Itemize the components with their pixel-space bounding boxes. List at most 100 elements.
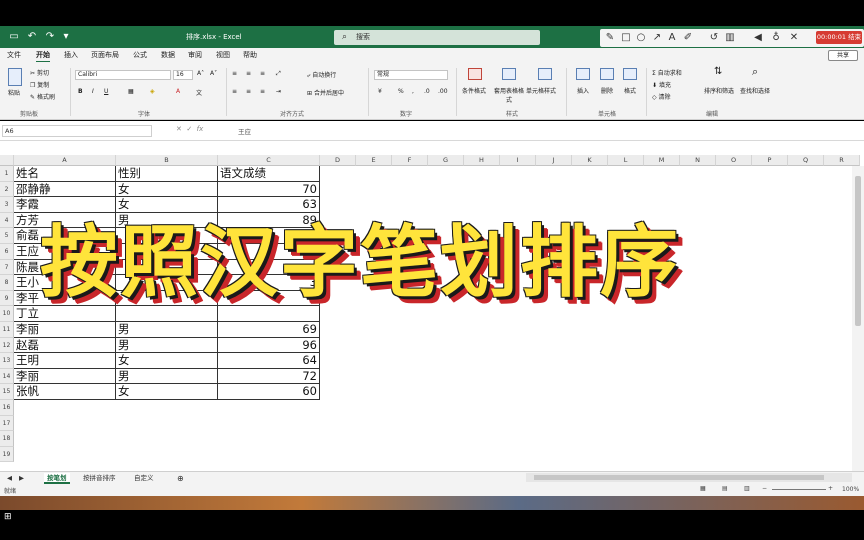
table-cell[interactable]: 女 [116, 181, 218, 198]
autosave-icon[interactable]: ▭ [8, 31, 20, 43]
customize-toolbar-icon[interactable]: ▾ [60, 31, 72, 43]
undo-drawing-icon[interactable]: ↺ [708, 31, 720, 45]
row-header[interactable]: 2 [0, 181, 14, 198]
tab-help[interactable]: 帮助 [243, 50, 257, 60]
column-header[interactable]: H [464, 155, 500, 166]
column-header[interactable]: M [644, 155, 680, 166]
text-icon[interactable]: A [666, 31, 678, 45]
table-format-label[interactable]: 套用表格格式 [494, 86, 524, 104]
highlighter-icon[interactable]: ✐ [682, 31, 694, 45]
tab-data[interactable]: 数据 [161, 50, 175, 60]
find-select-icon[interactable]: ⌕ [752, 65, 758, 79]
row-header[interactable]: 6 [0, 244, 14, 260]
percent-icon[interactable]: % [398, 88, 404, 95]
align-middle-icon[interactable]: ≡ [246, 70, 251, 77]
sort-filter-label[interactable]: 排序和筛选 [704, 86, 734, 95]
table-cell[interactable]: 男 [116, 337, 218, 354]
row-header[interactable]: 14 [0, 368, 14, 385]
decrease-font-icon[interactable]: A˅ [210, 70, 217, 77]
name-box[interactable]: A6 [2, 125, 152, 137]
header-cell[interactable]: 语文成绩 [218, 166, 320, 182]
clear-button[interactable]: ◇ 清除 [652, 92, 671, 101]
sheet-tab-pinyin[interactable]: 按拼音排序 [80, 473, 119, 484]
row-header[interactable]: 4 [0, 212, 14, 229]
arrow-icon[interactable]: ↗ [651, 31, 663, 45]
table-cell[interactable]: 60 [218, 384, 320, 400]
border-icon[interactable]: ▦ [128, 88, 134, 95]
increase-font-icon[interactable]: A˄ [197, 70, 204, 77]
row-header[interactable]: 9 [0, 290, 14, 307]
tab-insert[interactable]: 插入 [64, 50, 78, 60]
column-header[interactable]: E [356, 155, 392, 166]
recording-timer[interactable]: 00:00:01 结束 [816, 31, 862, 44]
table-cell[interactable]: 64 [218, 353, 320, 369]
comma-icon[interactable]: , [412, 88, 414, 95]
align-top-icon[interactable]: ≡ [232, 70, 237, 77]
table-cell[interactable]: 李丽 [14, 368, 116, 385]
column-header[interactable]: P [752, 155, 788, 166]
vertical-scrollbar[interactable] [852, 166, 864, 471]
tab-view[interactable]: 视图 [216, 50, 230, 60]
column-header[interactable]: B [116, 155, 218, 166]
column-header[interactable]: D [320, 155, 356, 166]
indent-icon[interactable]: ⇥ [276, 88, 281, 95]
scroll-thumb[interactable] [534, 475, 824, 480]
table-cell[interactable] [218, 306, 320, 322]
share-button[interactable]: 共享 [828, 50, 858, 61]
column-header[interactable]: F [392, 155, 428, 166]
page-layout-view-icon[interactable]: ▤ [722, 485, 728, 492]
page-break-view-icon[interactable]: ▥ [744, 485, 750, 492]
row-header[interactable]: 8 [0, 275, 14, 291]
windows-start-icon[interactable]: ⊞ [4, 512, 12, 522]
align-right-icon[interactable]: ≡ [260, 88, 265, 95]
row-header[interactable]: 5 [0, 228, 14, 244]
copy-button[interactable]: ❐ 复制 [30, 80, 49, 89]
table-cell[interactable] [116, 306, 218, 322]
align-center-icon[interactable]: ≡ [246, 88, 251, 95]
column-header[interactable]: J [536, 155, 572, 166]
table-cell[interactable]: 72 [218, 368, 320, 385]
increase-decimal-icon[interactable]: .0 [424, 88, 430, 95]
column-header[interactable]: Q [788, 155, 824, 166]
circle-icon[interactable]: ○ [635, 31, 647, 45]
font-name-select[interactable]: Calibri [75, 70, 171, 80]
prev-sheet-icon[interactable]: ◀ [4, 473, 15, 484]
column-header[interactable]: C [218, 155, 320, 166]
trash-icon[interactable]: ▥ [724, 31, 736, 45]
rectangle-icon[interactable]: □ [620, 31, 632, 45]
cell-styles-icon[interactable] [538, 68, 552, 80]
pen-icon[interactable]: ✎ [604, 31, 616, 45]
paste-icon[interactable] [8, 68, 22, 86]
row-header[interactable]: 10 [0, 306, 14, 322]
table-format-icon[interactable] [502, 68, 516, 80]
fill-button[interactable]: ⬇ 填充 [652, 80, 671, 89]
decrease-decimal-icon[interactable]: .00 [438, 88, 448, 95]
align-bottom-icon[interactable]: ≡ [260, 70, 265, 77]
cut-button[interactable]: ✂ 剪切 [30, 68, 49, 77]
conditional-format-icon[interactable] [468, 68, 482, 80]
column-header[interactable]: L [608, 155, 644, 166]
row-header[interactable]: 1 [0, 166, 14, 182]
row-header[interactable]: 12 [0, 337, 14, 354]
number-format-select[interactable]: 常规 [374, 70, 448, 80]
tab-review[interactable]: 审阅 [188, 50, 202, 60]
insert-cells-label[interactable]: 插入 [577, 86, 589, 95]
font-size-select[interactable]: 16 [173, 70, 193, 80]
row-header[interactable]: 3 [0, 197, 14, 213]
column-header[interactable]: G [428, 155, 464, 166]
row-header[interactable]: 16 [0, 400, 14, 416]
zoom-in-icon[interactable]: + [828, 485, 833, 492]
row-header[interactable]: 7 [0, 259, 14, 276]
header-cell[interactable]: 性别 [116, 166, 218, 182]
formula-input[interactable]: 王应 [238, 126, 251, 136]
format-painter-button[interactable]: ✎ 格式刷 [30, 92, 55, 101]
zoom-level[interactable]: 100% [842, 486, 859, 493]
delete-cells-label[interactable]: 删除 [601, 86, 613, 95]
row-header[interactable]: 13 [0, 353, 14, 369]
table-cell[interactable]: 70 [218, 181, 320, 198]
select-all-corner[interactable] [0, 155, 14, 166]
row-header[interactable]: 15 [0, 384, 14, 400]
cell-styles-label[interactable]: 单元格样式 [526, 86, 556, 95]
table-cell[interactable]: 69 [218, 322, 320, 338]
sort-filter-icon[interactable]: ⇅ [714, 66, 722, 77]
